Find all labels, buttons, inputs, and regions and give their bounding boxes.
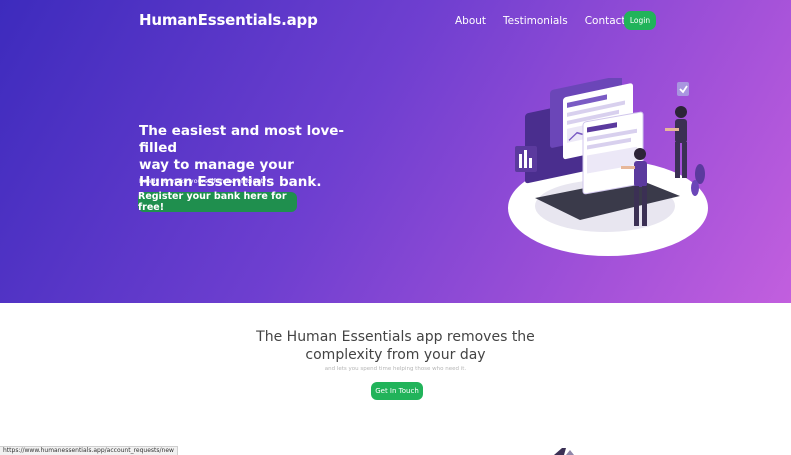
status-bar-url: https://www.humanessentials.app/account_… (0, 446, 178, 455)
hero-subline: Ready to make yourself more efficient? (139, 177, 267, 185)
dashboard-people-illustration (508, 78, 708, 256)
get-in-touch-button[interactable]: Get In Touch (371, 382, 423, 400)
nav-link-contact[interactable]: Contact (585, 15, 626, 27)
intro-title-line: complexity from your day (305, 347, 486, 363)
hero-section: HumanEssentials.app About Testimonials C… (0, 0, 791, 303)
nav-link-about[interactable]: About (455, 15, 486, 27)
main-nav: About Testimonials Contact (455, 11, 643, 31)
login-button[interactable]: Login (624, 11, 656, 30)
intro-title: The Human Essentials app removes the com… (0, 328, 791, 364)
hero-headline-line: The easiest and most love-filled (139, 123, 345, 156)
intro-title-line: The Human Essentials app removes the (256, 329, 535, 345)
nav-link-testimonials[interactable]: Testimonials (503, 15, 568, 27)
hero-headline-line: way to manage your (139, 157, 294, 173)
section-illustration-peek (554, 448, 574, 455)
register-bank-button[interactable]: Register your bank here for free! (138, 191, 297, 213)
brand-logo[interactable]: HumanEssentials.app (139, 11, 318, 29)
intro-subtitle: and lets you spend time helping those wh… (324, 366, 467, 372)
